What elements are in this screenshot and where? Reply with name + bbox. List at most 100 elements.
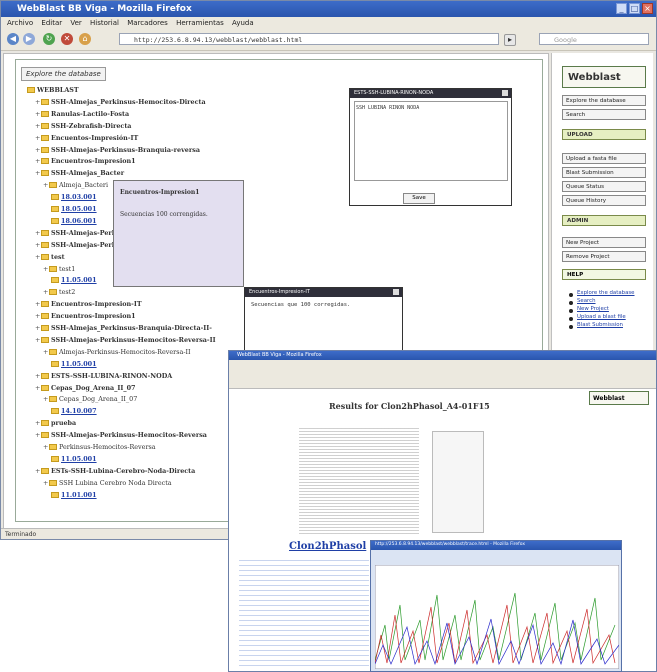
new-project-button[interactable]: New Project [562, 237, 646, 248]
menu-herramientas[interactable]: Herramientas [176, 19, 224, 27]
expand-toggle-icon[interactable]: + [35, 311, 40, 321]
tree-root[interactable]: WEBBLAST [27, 85, 79, 95]
tree-folder[interactable]: + ESTS-SSH-LUBINA-RINON-NODA [35, 371, 172, 381]
expand-toggle-icon[interactable]: + [35, 252, 40, 262]
tree-folder[interactable]: + Almeja_Bacteri [43, 180, 108, 190]
tree-folder[interactable]: + SSH-Almejas-Perkinsus-Hemocitos-Reversa… [35, 335, 216, 345]
tree-folder[interactable]: + ESTs-SSH-Lubina-Cerebro-Noda-Directa [35, 466, 195, 476]
tree-leaf-link[interactable]: 11.05.001 [51, 275, 97, 285]
search-input[interactable]: Google [539, 33, 649, 45]
queue-status-button[interactable]: Queue Status [562, 181, 646, 192]
tree-folder[interactable]: + Encuentros-Impresion1 [35, 156, 136, 166]
tree-leaf-link[interactable]: 11.01.001 [51, 490, 97, 500]
tree-folder[interactable]: + SSH-Almejas-Perkin [35, 228, 123, 238]
expand-toggle-icon[interactable]: + [43, 478, 48, 488]
close-button[interactable]: × [642, 3, 653, 14]
tree-folder[interactable]: + SSH-Almejas_Perkinsus-Branquia-Directa-… [35, 323, 212, 333]
tree-folder[interactable]: + prueba [35, 418, 76, 428]
expand-toggle-icon[interactable]: + [35, 430, 40, 440]
expand-toggle-icon[interactable]: + [35, 145, 40, 155]
queue-history-button[interactable]: Queue History [562, 195, 646, 206]
expand-toggle-icon[interactable]: + [35, 335, 40, 345]
nested-blast-title[interactable]: Clon2hPhasol [289, 541, 366, 552]
expand-toggle-icon[interactable]: + [35, 228, 40, 238]
expand-toggle-icon[interactable]: + [43, 442, 48, 452]
menu-archivo[interactable]: Archivo [7, 19, 33, 27]
help-link-blast-submission[interactable]: Blast Submission [577, 322, 623, 328]
expand-toggle-icon[interactable]: + [35, 168, 40, 178]
tree-folder[interactable]: + SSH-Almejas-Perkin [35, 240, 123, 250]
close-icon[interactable] [393, 289, 399, 295]
tree-folder[interactable]: + SSH-Almejas_Bacter [35, 168, 124, 178]
tree-folder[interactable]: + Cepas_Dog_Arena_II_07 [35, 383, 135, 393]
tree-folder[interactable]: + test1 [43, 264, 75, 274]
maximize-button[interactable]: □ [629, 3, 640, 14]
tree-folder[interactable]: + SSH-Almejas-Perkinsus-Hemocitos-Reversa [35, 430, 207, 440]
help-link-upload[interactable]: Upload a blast file [577, 314, 626, 320]
reload-icon[interactable]: ↻ [43, 33, 55, 45]
tree-leaf-link[interactable]: 18.06.001 [51, 216, 97, 226]
menu-ver[interactable]: Ver [70, 19, 81, 27]
tree-label: SSH-Almejas_Perkinsus-Hemocitos-Directa [51, 97, 206, 106]
expand-toggle-icon[interactable]: + [35, 97, 40, 107]
expand-toggle-icon[interactable]: + [35, 156, 40, 166]
home-icon[interactable]: ⌂ [79, 33, 91, 45]
expand-toggle-icon[interactable]: + [43, 347, 48, 357]
menu-historial[interactable]: Historial [90, 19, 119, 27]
tree-folder[interactable]: + SSH Lubina Cerebro Noda Directa [43, 478, 172, 488]
sequence-popup-title: Encuentros-Impresion1 [120, 189, 200, 196]
expand-toggle-icon[interactable]: + [35, 109, 40, 119]
tree-folder[interactable]: + Encuentros-Impresion1 [35, 311, 136, 321]
go-button[interactable]: ▸ [504, 34, 516, 46]
tree-folder[interactable]: + Perkinsus-Hemocitos-Reversa [43, 442, 156, 452]
tree-folder[interactable]: + SSH-Zebrafish-Directa [35, 121, 131, 131]
remove-project-button[interactable]: Remove Project [562, 251, 646, 262]
tree-folder[interactable]: + test2 [43, 287, 75, 297]
tree-folder[interactable]: + Encuentos-Impresión-IT [35, 133, 138, 143]
search-button[interactable]: Search [562, 109, 646, 120]
tree-folder[interactable]: + Almejas-Perkinsus-Hemocitos-Reversa-II [43, 347, 191, 357]
tree-leaf-link[interactable]: 18.05.001 [51, 204, 97, 214]
tree-folder[interactable]: + SSH-Almejas-Perkinsus-Branquia-reversa [35, 145, 200, 155]
expand-toggle-icon[interactable]: + [35, 418, 40, 428]
queue-text-area[interactable] [354, 101, 508, 181]
menu-editar[interactable]: Editar [41, 19, 62, 27]
expand-toggle-icon[interactable]: + [35, 121, 40, 131]
tree-folder[interactable]: + Encuentros-Impresion-IT [35, 299, 142, 309]
url-field[interactable]: http://253.6.8.94.13/webblast/webblast.h… [119, 33, 499, 45]
help-link-search[interactable]: Search [577, 298, 596, 304]
upload-fasta-button[interactable]: Upload a fasta file [562, 153, 646, 164]
explore-database-button[interactable]: Explore the database [562, 95, 646, 106]
back-arrow-icon[interactable]: ◀ [7, 33, 19, 45]
tree-leaf-link[interactable]: 14.10.007 [51, 406, 97, 416]
minimize-button[interactable]: _ [616, 3, 627, 14]
tree-leaf-link[interactable]: 11.05.001 [51, 454, 97, 464]
expand-toggle-icon[interactable]: + [35, 371, 40, 381]
save-button[interactable]: Save [403, 193, 435, 204]
menu-marcadores[interactable]: Marcadores [127, 19, 168, 27]
expand-toggle-icon[interactable]: + [35, 323, 40, 333]
forward-arrow-icon[interactable]: ▶ [23, 33, 35, 45]
stop-icon[interactable]: ✕ [61, 33, 73, 45]
expand-toggle-icon[interactable]: + [35, 299, 40, 309]
help-link-explore[interactable]: Explore the database [577, 290, 635, 296]
explore-legend[interactable]: Explore the database [21, 67, 106, 81]
expand-toggle-icon[interactable]: + [43, 394, 48, 404]
tree-folder[interactable]: + Ranulas-Lactilo-Fosta [35, 109, 129, 119]
tree-folder[interactable]: + SSH-Almejas_Perkinsus-Hemocitos-Directa [35, 97, 206, 107]
expand-toggle-icon[interactable]: + [35, 466, 40, 476]
expand-toggle-icon[interactable]: + [35, 133, 40, 143]
menu-ayuda[interactable]: Ayuda [232, 19, 254, 27]
tree-folder[interactable]: + Cepas_Dog_Arena_II_07 [43, 394, 137, 404]
help-link-new-project[interactable]: New Project [577, 306, 609, 312]
close-icon[interactable] [502, 90, 508, 96]
tree-leaf-link[interactable]: 18.03.001 [51, 192, 97, 202]
expand-toggle-icon[interactable]: + [35, 240, 40, 250]
blast-submission-button[interactable]: Blast Submission [562, 167, 646, 178]
expand-toggle-icon[interactable]: + [43, 287, 48, 297]
expand-toggle-icon[interactable]: + [43, 264, 48, 274]
expand-toggle-icon[interactable]: + [35, 383, 40, 393]
expand-toggle-icon[interactable]: + [43, 180, 48, 190]
tree-leaf-link[interactable]: 11.05.001 [51, 359, 97, 369]
tree-folder[interactable]: + test [35, 252, 65, 262]
